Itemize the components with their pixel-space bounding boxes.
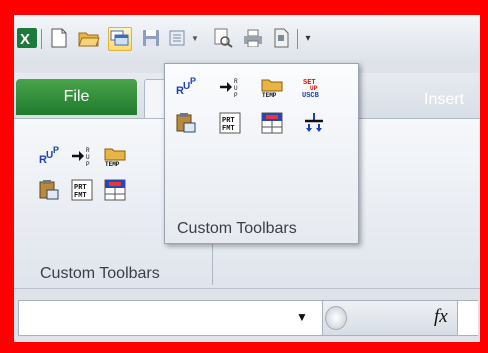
tab-file[interactable]: File: [16, 79, 137, 115]
formula-cancel-button[interactable]: [325, 306, 347, 330]
document-icon[interactable]: [270, 27, 292, 49]
svg-text:TEMP: TEMP: [262, 92, 277, 98]
svg-text:X: X: [20, 31, 30, 48]
svg-text:R: R: [234, 78, 238, 85]
clipboard-tool-icon[interactable]: [38, 179, 60, 201]
svg-text:PRT: PRT: [222, 117, 235, 125]
temp-folder-icon[interactable]: TEMP: [104, 145, 126, 167]
formula-bar: ▼ fx: [14, 288, 480, 342]
print-preview-icon[interactable]: [212, 27, 234, 49]
svg-text:TEMP: TEMP: [105, 161, 120, 167]
save-icon[interactable]: [140, 27, 162, 49]
svg-text:P: P: [86, 161, 90, 167]
temp-folder-icon[interactable]: TEMP: [261, 76, 283, 98]
customize-qat-icon[interactable]: ▾: [302, 27, 314, 49]
popup-group-label: Custom Toolbars: [177, 220, 297, 237]
rup-icon[interactable]: RUP: [175, 76, 197, 98]
quick-access-toolbar: X ▼ ▾: [14, 15, 480, 63]
formula-input[interactable]: [457, 301, 478, 335]
name-box[interactable]: ▼: [18, 300, 324, 336]
svg-text:UP: UP: [310, 85, 318, 92]
grid-format-icon[interactable]: [104, 179, 126, 201]
open-folder-icon[interactable]: [78, 27, 100, 49]
arrow-rup-icon[interactable]: RUP: [219, 76, 241, 98]
svg-text:FMT: FMT: [74, 192, 87, 200]
rup-icon[interactable]: RUP: [38, 145, 60, 167]
svg-text:P: P: [53, 145, 59, 155]
custom-toolbars-dropdown: RUP RUP TEMP SET UP USCB PRT FMT Custom Too…: [164, 63, 359, 244]
chevron-down-icon[interactable]: ▼: [296, 310, 308, 324]
print-icon[interactable]: [242, 27, 264, 49]
qat-separator: [41, 29, 42, 49]
formula-controls: fx: [322, 300, 478, 336]
clipboard-tool-icon[interactable]: [175, 112, 197, 134]
excel-window: X ▼ ▾ File Insert R U P R U P TEMP PRT F…: [14, 15, 480, 342]
svg-text:FMT: FMT: [222, 125, 235, 133]
setup-uscb-icon[interactable]: SET UP USCB: [301, 76, 327, 98]
insert-function-button[interactable]: fx: [434, 306, 448, 328]
svg-text:USCB: USCB: [302, 92, 320, 98]
svg-text:PRT: PRT: [74, 184, 87, 192]
arrow-rup-icon[interactable]: RUP: [71, 145, 93, 167]
split-arrows-icon[interactable]: [303, 112, 325, 134]
qat-separator: [297, 29, 298, 49]
group-label: Custom Toolbars: [40, 265, 160, 282]
prt-fmt-icon[interactable]: PRT FMT: [219, 112, 241, 134]
page-setup-icon[interactable]: [168, 27, 190, 49]
prt-fmt-icon[interactable]: PRT FMT: [71, 179, 93, 201]
chevron-down-icon[interactable]: ▼: [190, 27, 200, 49]
tab-insert[interactable]: Insert: [424, 91, 464, 109]
new-document-icon[interactable]: [48, 27, 70, 49]
svg-text:U: U: [234, 85, 238, 92]
svg-text:P: P: [234, 92, 238, 98]
custom-toolbars-menu-icon[interactable]: [108, 27, 132, 51]
svg-text:R: R: [86, 147, 90, 154]
grid-format-icon[interactable]: [261, 112, 283, 134]
svg-text:U: U: [86, 154, 90, 161]
svg-text:P: P: [190, 76, 196, 86]
excel-logo-icon: X: [16, 27, 38, 49]
